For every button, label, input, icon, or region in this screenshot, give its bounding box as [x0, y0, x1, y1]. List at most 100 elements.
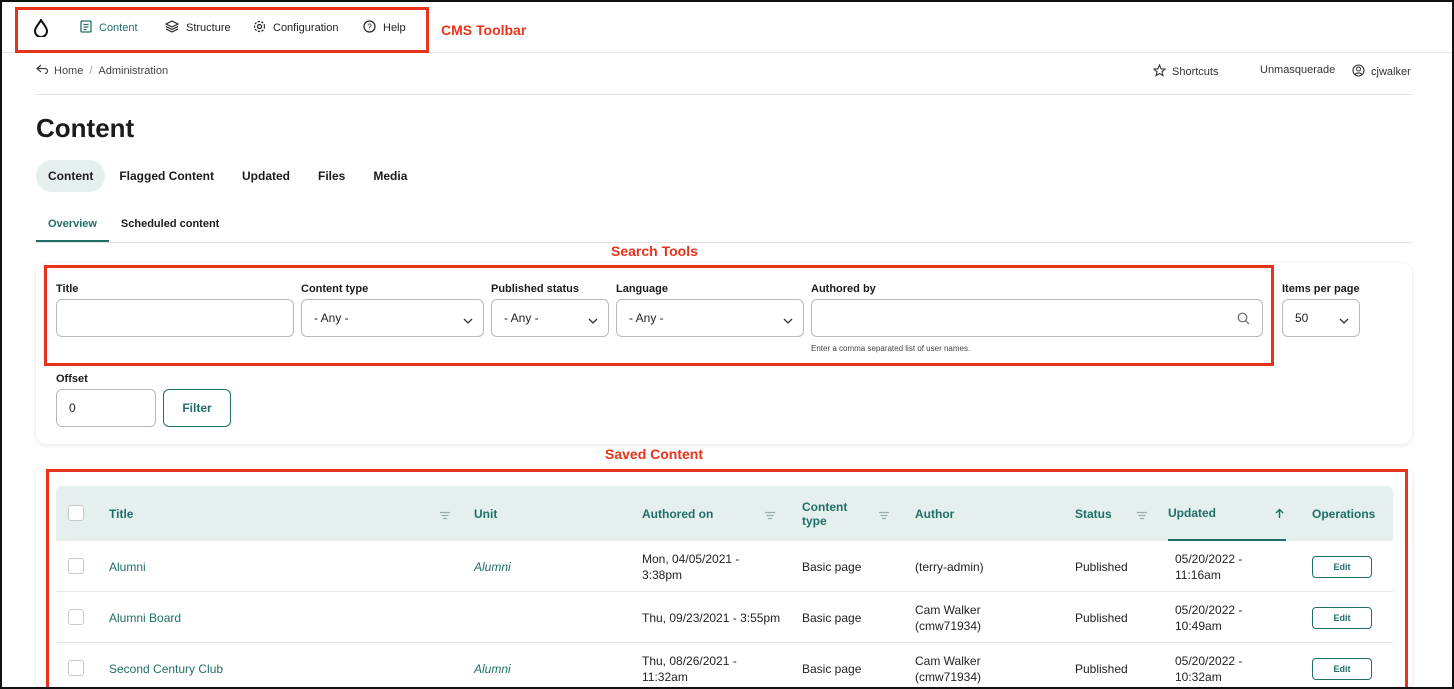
- column-header-content-type[interactable]: Content type: [802, 486, 862, 541]
- user-icon: [1352, 64, 1365, 80]
- title-filter-label: Title: [56, 283, 79, 295]
- toolbar-item-content[interactable]: Content: [80, 20, 138, 36]
- column-header-author: Author: [915, 506, 955, 521]
- unmasquerade-label: Unmasquerade: [1260, 64, 1336, 76]
- table-row: Alumni Board Thu, 09/23/2021 - 3:55pm Ba…: [56, 592, 1393, 643]
- subtab-scheduled-content[interactable]: Scheduled content: [109, 206, 231, 242]
- table-row: Alumni Alumni Mon, 04/05/2021 - 3:38pm B…: [56, 541, 1393, 592]
- toolbar-item-configuration[interactable]: Configuration: [253, 20, 338, 36]
- items-per-page-select[interactable]: 50: [1282, 299, 1360, 337]
- column-header-authored-on[interactable]: Authored on: [642, 486, 713, 541]
- row-checkbox[interactable]: [68, 609, 84, 625]
- row-checkbox[interactable]: [68, 558, 84, 574]
- column-header-updated-label: Updated: [1168, 505, 1216, 520]
- username: cjwalker: [1371, 66, 1411, 78]
- primary-tabs: Content Flagged Content Updated Files Me…: [36, 160, 421, 192]
- sort-icon[interactable]: [765, 507, 775, 525]
- tab-updated[interactable]: Updated: [228, 160, 304, 192]
- unmasquerade-link[interactable]: Unmasquerade: [1260, 64, 1335, 76]
- authored-by-hint: Enter a comma separated list of user nam…: [811, 344, 971, 353]
- authored-by-input[interactable]: [811, 299, 1263, 337]
- items-per-page-value: 50: [1295, 311, 1309, 325]
- sort-icon[interactable]: [879, 507, 889, 525]
- toolbar-item-label: Structure: [186, 22, 231, 34]
- edit-button[interactable]: Edit: [1312, 607, 1372, 629]
- user-menu[interactable]: cjwalker: [1352, 64, 1411, 80]
- chevron-down-icon: [783, 313, 793, 327]
- row-status: Published: [1075, 559, 1128, 574]
- content-type-select[interactable]: - Any -: [301, 299, 484, 337]
- annotation-label-search: Search Tools: [611, 243, 698, 259]
- table-header: Title Unit Authored on Content type Auth…: [56, 486, 1393, 541]
- chevron-down-icon: [1339, 313, 1349, 327]
- filter-button[interactable]: Filter: [163, 389, 231, 427]
- breadcrumb-home[interactable]: Home: [54, 65, 83, 77]
- column-header-unit: Unit: [474, 506, 498, 521]
- content-type-label: Content type: [301, 283, 369, 295]
- row-unit[interactable]: Alumni: [474, 541, 511, 592]
- row-checkbox[interactable]: [68, 660, 84, 676]
- tab-media[interactable]: Media: [359, 160, 421, 192]
- row-status: Published: [1075, 661, 1128, 676]
- row-author[interactable]: Cam Walker (cmw71934): [915, 592, 1025, 643]
- page-title: Content: [36, 113, 135, 143]
- divider: [36, 242, 1412, 243]
- toolbar-item-structure[interactable]: Structure: [164, 20, 231, 36]
- offset-input[interactable]: 0: [56, 389, 156, 427]
- row-title-link[interactable]: Alumni: [109, 541, 146, 592]
- language-select[interactable]: - Any -: [616, 299, 804, 337]
- search-icon: [1237, 312, 1250, 328]
- edit-button[interactable]: Edit: [1312, 556, 1372, 578]
- svg-text:?: ?: [367, 23, 372, 32]
- secondary-tabs: Overview Scheduled content: [36, 206, 231, 242]
- toolbar-item-label: Content: [99, 22, 138, 34]
- sort-icon[interactable]: [440, 507, 450, 525]
- shortcuts-link[interactable]: Shortcuts: [1152, 63, 1218, 80]
- breadcrumb-separator: /: [89, 64, 93, 77]
- row-title-link[interactable]: Alumni Board: [109, 592, 181, 643]
- toolbar-item-help[interactable]: ? Help: [363, 20, 406, 36]
- column-header-updated[interactable]: Updated: [1168, 486, 1286, 541]
- tab-content[interactable]: Content: [36, 160, 106, 192]
- annotation-label-toolbar: CMS Toolbar: [441, 22, 527, 38]
- row-updated: 05/20/2022 - 10:32am: [1175, 653, 1243, 684]
- title-filter-input[interactable]: [56, 299, 294, 337]
- row-title-link[interactable]: Second Century Club: [109, 643, 223, 689]
- published-status-value: - Any -: [504, 311, 539, 325]
- divider: [36, 94, 1412, 95]
- column-header-operations: Operations: [1312, 506, 1376, 521]
- row-unit[interactable]: Alumni: [474, 643, 511, 689]
- edit-button[interactable]: Edit: [1312, 658, 1372, 680]
- annotation-label-table: Saved Content: [605, 446, 704, 462]
- published-status-label: Published status: [491, 283, 580, 295]
- select-all-checkbox[interactable]: [68, 505, 84, 521]
- row-author[interactable]: (terry-admin): [915, 541, 1025, 592]
- row-author[interactable]: Cam Walker (cmw71934): [915, 643, 1025, 689]
- content-type-value: - Any -: [314, 311, 349, 325]
- cms-toolbar: Content Structure Configuration ? Help: [2, 2, 1452, 53]
- chevron-down-icon: [588, 313, 598, 327]
- row-authored-on: Mon, 04/05/2021 - 3:38pm: [642, 551, 740, 582]
- drupal-logo-icon[interactable]: [33, 17, 49, 42]
- sort-ascending-icon[interactable]: [1275, 506, 1284, 524]
- tab-files[interactable]: Files: [304, 160, 359, 192]
- document-icon: [80, 20, 92, 36]
- row-updated: 05/20/2022 - 11:16am: [1175, 551, 1243, 582]
- layers-icon: [164, 20, 180, 36]
- toolbar-item-label: Configuration: [273, 22, 339, 34]
- column-header-status[interactable]: Status: [1075, 486, 1112, 541]
- sort-icon[interactable]: [1137, 507, 1147, 525]
- breadcrumb: Home / Administration: [36, 64, 168, 77]
- breadcrumb-current[interactable]: Administration: [98, 65, 168, 77]
- row-content-type: Basic page: [802, 610, 862, 625]
- column-header-title[interactable]: Title: [109, 486, 133, 541]
- gear-icon: [253, 20, 266, 36]
- row-content-type: Basic page: [802, 559, 862, 574]
- tab-flagged-content[interactable]: Flagged Content: [105, 160, 228, 192]
- items-per-page-label: Items per page: [1282, 283, 1360, 295]
- row-content-type: Basic page: [802, 661, 862, 676]
- subtab-overview[interactable]: Overview: [36, 206, 109, 242]
- back-arrow-icon: [36, 64, 49, 77]
- help-icon: ?: [363, 20, 376, 36]
- published-status-select[interactable]: - Any -: [491, 299, 609, 337]
